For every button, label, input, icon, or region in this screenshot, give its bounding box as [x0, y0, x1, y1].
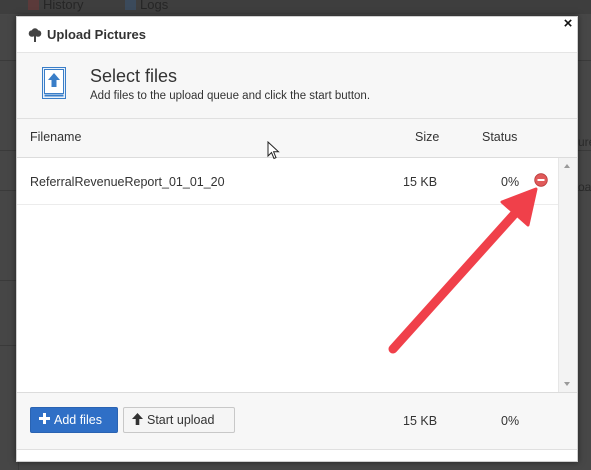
- background-header-fragment: ure: [578, 135, 591, 149]
- add-files-label: Add files: [54, 413, 102, 427]
- background-tab-label: Logs: [140, 0, 169, 12]
- dialog-header: Upload Pictures: [17, 17, 577, 53]
- background-tab-bar: History Logs: [0, 0, 591, 14]
- dialog-footer: Add files Start upload 15 KB 0%: [17, 393, 577, 450]
- logs-icon: [125, 0, 136, 10]
- file-status: 0%: [501, 175, 520, 189]
- total-size: 15 KB: [403, 414, 438, 428]
- total-status: 0%: [501, 414, 520, 428]
- background-tab-logs: Logs: [125, 0, 168, 12]
- column-filename: Filename: [30, 130, 82, 144]
- column-status: Status: [482, 130, 518, 144]
- upload-pictures-dialog: Upload Pictures Select files Add files t…: [16, 16, 578, 462]
- scroll-up-arrow-icon[interactable]: [564, 164, 570, 168]
- start-upload-button[interactable]: Start upload: [123, 407, 235, 433]
- remove-icon[interactable]: [534, 173, 548, 187]
- select-files-banner: Select files Add files to the upload que…: [17, 53, 577, 119]
- background-cell-fragment: oa: [578, 180, 591, 194]
- background-tab-label: History: [43, 0, 84, 12]
- file-row[interactable]: ReferralRevenueReport_01_01_20 15 KB 0%: [17, 158, 559, 205]
- list-scrollbar[interactable]: [558, 158, 577, 392]
- upload-queue-list[interactable]: ReferralRevenueReport_01_01_20 15 KB 0%: [17, 158, 577, 393]
- dialog-title: Upload Pictures: [28, 27, 146, 42]
- scroll-down-arrow-icon[interactable]: [564, 382, 570, 386]
- tree-icon: [28, 27, 42, 42]
- arrow-up-icon: [132, 412, 143, 428]
- select-files-subtitle: Add files to the upload queue and click …: [90, 90, 371, 102]
- file-name: ReferralRevenueReport_01_01_20: [30, 175, 225, 189]
- plus-icon: [39, 413, 50, 427]
- add-files-button[interactable]: Add files: [30, 407, 118, 433]
- upload-file-icon: [42, 67, 66, 104]
- file-size: 15 KB: [403, 175, 438, 189]
- close-button[interactable]: ×: [561, 16, 575, 31]
- file-table-header: Filename Size Status: [17, 119, 577, 158]
- dialog-title-text: Upload Pictures: [47, 27, 146, 42]
- history-icon: [28, 0, 39, 10]
- mouse-cursor-icon: [267, 140, 281, 166]
- start-upload-label: Start upload: [147, 413, 215, 427]
- select-files-title: Select files: [90, 66, 178, 86]
- column-size: Size: [415, 130, 440, 144]
- background-tab-history: History: [28, 0, 83, 12]
